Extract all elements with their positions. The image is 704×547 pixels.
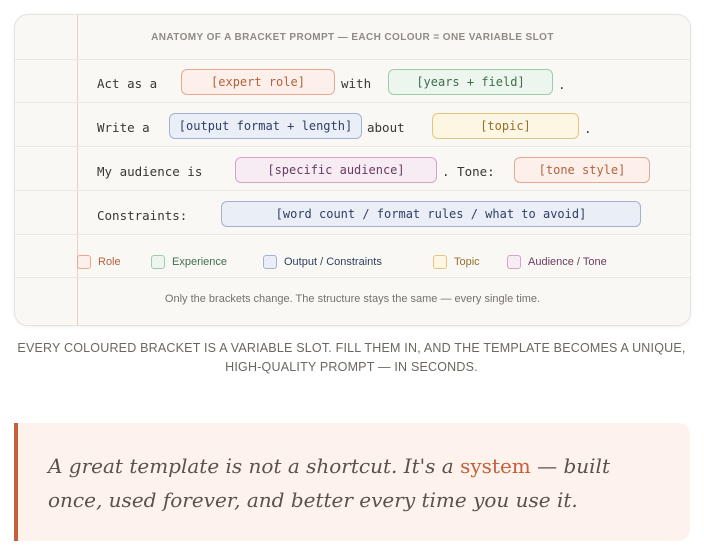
legend-experience: Experience: [151, 255, 227, 269]
legend-label: Topic: [454, 256, 480, 268]
legend-role: Role: [77, 255, 121, 269]
constraints-slot: [word count / format rules / what to avo…: [221, 201, 641, 227]
row2-prefix: Write a: [97, 120, 150, 135]
legend-label: Output / Constraints: [284, 256, 382, 268]
experience-slot: [years + field]: [388, 69, 553, 95]
margin-line: [77, 15, 78, 325]
experience-swatch: [151, 255, 165, 269]
output-slot: [output format + length]: [169, 113, 362, 139]
row3-connector: . Tone:: [442, 164, 495, 179]
row4-prefix: Constraints:: [97, 208, 188, 223]
pull-quote: A great template is not a shortcut. It's…: [14, 423, 690, 541]
divider: [15, 146, 690, 147]
legend-audience: Audience / Tone: [507, 255, 607, 269]
card-footnote: Only the brackets change. The structure …: [164, 293, 541, 305]
legend-label: Audience / Tone: [528, 256, 607, 268]
row2-connector: about: [367, 120, 405, 135]
row2-end: .: [584, 121, 592, 136]
legend-label: Experience: [172, 256, 228, 268]
legend-label: Role: [98, 256, 121, 268]
legend-topic: Topic: [433, 255, 480, 269]
row1-prefix: Act as a: [97, 76, 158, 91]
role-swatch: [77, 255, 91, 269]
card-heading: ANATOMY OF A BRACKET PROMPT — EACH COLOU…: [151, 32, 554, 43]
row1-connector: with: [341, 76, 372, 91]
role-slot: [expert role]: [181, 69, 335, 95]
tone-slot: [tone style]: [514, 157, 650, 183]
divider: [15, 277, 690, 278]
quote-text: A great template is not a shortcut. It's…: [48, 449, 660, 517]
audience-swatch: [507, 255, 521, 269]
bracket-prompt-card: ANATOMY OF A BRACKET PROMPT — EACH COLOU…: [14, 14, 691, 326]
divider: [15, 102, 690, 103]
divider: [15, 59, 690, 60]
topic-swatch: [433, 255, 447, 269]
output-swatch: [263, 255, 277, 269]
row1-end: .: [558, 77, 566, 92]
topic-slot: [topic]: [432, 113, 579, 139]
figure-caption: EVERY COLOURED BRACKET IS A VARIABLE SLO…: [17, 341, 686, 374]
quote-highlight: system: [460, 454, 531, 478]
divider: [15, 190, 690, 191]
divider: [15, 234, 690, 235]
row3-prefix: My audience is: [97, 164, 203, 179]
audience-slot: [specific audience]: [235, 157, 437, 183]
legend-output: Output / Constraints: [263, 255, 382, 269]
quote-before: A great template is not a shortcut. It's…: [48, 454, 461, 478]
